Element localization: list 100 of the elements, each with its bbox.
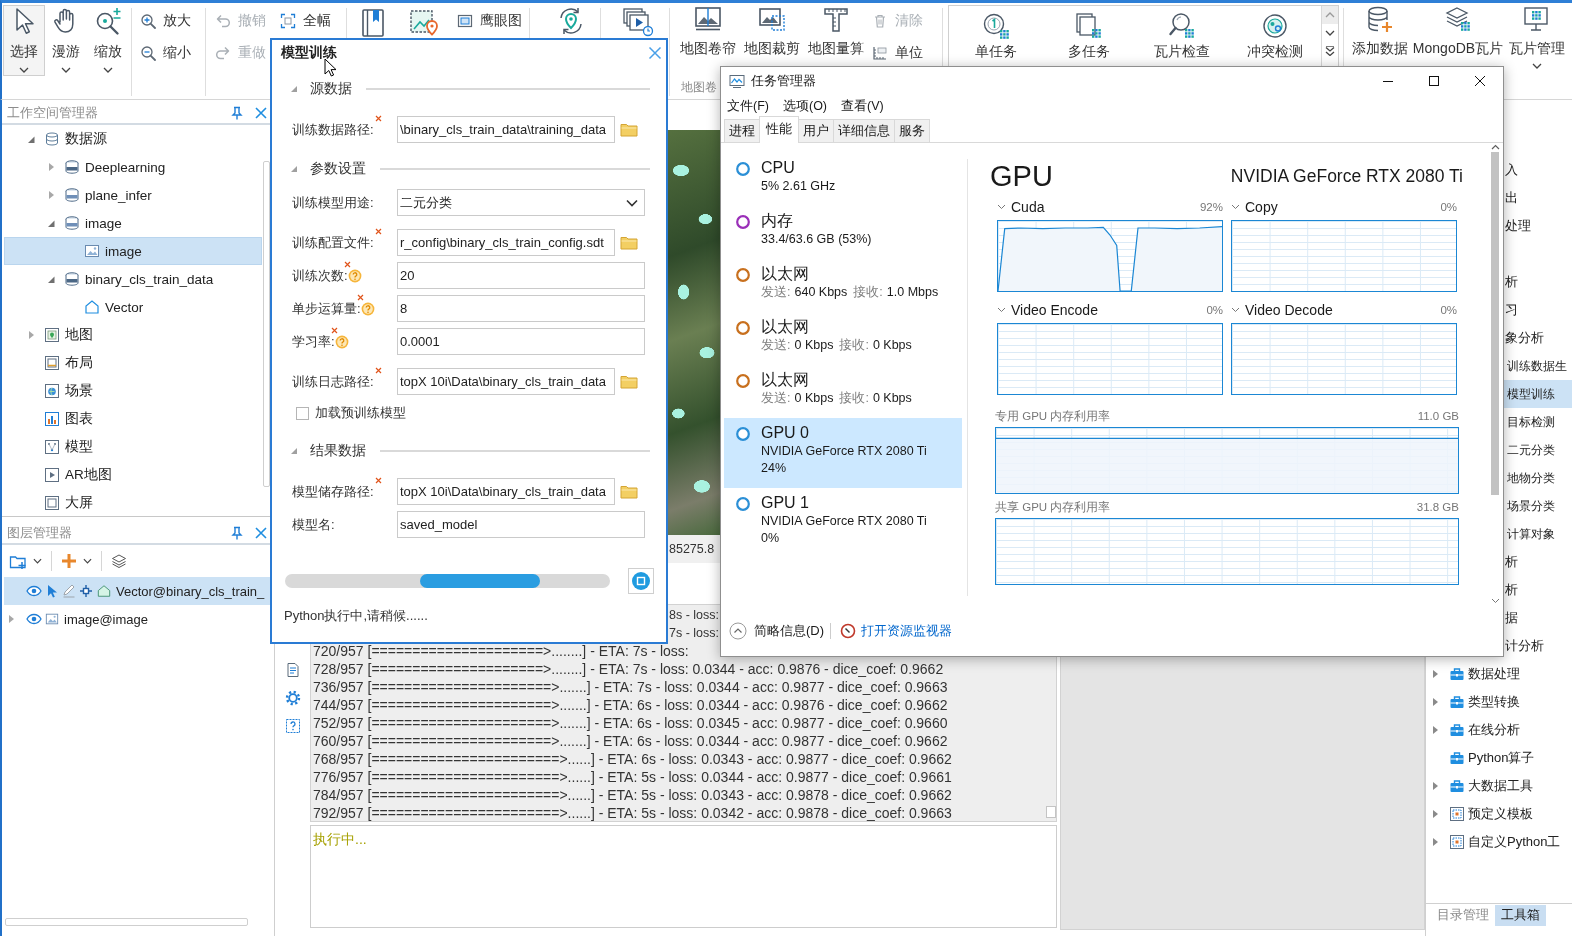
collapsed-arrow-icon[interactable] <box>1431 837 1439 847</box>
tool-item[interactable]: 在线分析 <box>1426 716 1572 744</box>
close-icon[interactable] <box>254 106 268 120</box>
zoom-out-button[interactable]: 缩小 <box>138 43 202 63</box>
tree-item[interactable]: Vector <box>4 293 262 321</box>
map-measure-button[interactable]: 地图量算 <box>804 3 868 56</box>
tool-item[interactable]: 入 <box>1503 156 1572 184</box>
scrollbar-thumb[interactable] <box>1491 152 1499 495</box>
unit-button[interactable]: 单位 <box>870 43 936 63</box>
tab[interactable]: 详细信息 <box>833 119 895 142</box>
tool-item[interactable]: 目标检测 <box>1503 408 1572 436</box>
device-item[interactable]: 内存 33.4/63.6 GB (53%) <box>724 206 962 259</box>
text-field[interactable]: 0.0001 <box>397 328 645 355</box>
tile-manage-button[interactable]: 瓦片管理 <box>1506 3 1568 69</box>
tree-item[interactable]: binary_cls_train_data <box>4 265 262 293</box>
tool-item[interactable]: 二元分类 <box>1503 436 1572 464</box>
tool-item[interactable]: 析 <box>1503 548 1572 576</box>
overview-button[interactable]: 鹰眼图 <box>455 11 525 31</box>
document-icon[interactable] <box>284 662 301 678</box>
collapsed-arrow-icon[interactable] <box>6 614 16 624</box>
more-icon[interactable] <box>1324 46 1336 56</box>
close-icon[interactable] <box>254 526 268 540</box>
collapsed-arrow-icon[interactable] <box>1431 725 1439 735</box>
map-pin-icon[interactable] <box>409 8 439 36</box>
eye-icon[interactable] <box>26 585 42 597</box>
close-icon[interactable] <box>648 46 662 60</box>
tool-item[interactable]: 预定义模板 <box>1426 800 1572 828</box>
layer-item[interactable]: image@image <box>4 605 270 633</box>
tree-item[interactable]: 大屏 <box>4 489 262 517</box>
device-item[interactable]: 以太网 发送: 640 Kbps 接收: 1.0 Mbps <box>724 259 962 312</box>
single-task-button[interactable]: 单任务 <box>949 6 1042 62</box>
tool-item[interactable]: 据 <box>1503 604 1572 632</box>
help-icon[interactable] <box>334 334 349 349</box>
device-item[interactable]: CPU 5% 2.61 GHz <box>724 153 962 206</box>
menu-item[interactable]: 选项(O) <box>782 97 828 115</box>
tool-item[interactable]: 析 <box>1503 268 1572 296</box>
bookmark-icon[interactable] <box>361 8 385 38</box>
device-item[interactable]: GPU 0 NVIDIA GeForce RTX 2080 Ti 24% <box>724 418 962 488</box>
tree-item[interactable]: image <box>4 209 262 237</box>
tree-item[interactable]: plane_infer <box>4 181 262 209</box>
tab[interactable]: 进程 <box>724 119 760 142</box>
stop-button[interactable] <box>628 568 654 594</box>
tool-item[interactable]: 出 <box>1503 184 1572 212</box>
tab[interactable]: 用户 <box>798 119 834 142</box>
path-field[interactable]: r_config\binary_cls_train_config.sdt <box>397 229 615 256</box>
pencil-icon[interactable] <box>62 584 76 598</box>
collapsed-arrow-icon[interactable] <box>1431 781 1439 791</box>
help-box-icon[interactable] <box>284 718 301 734</box>
gear-icon[interactable] <box>284 690 301 706</box>
pin-icon[interactable] <box>230 525 244 541</box>
tool-item[interactable]: 计算对象 <box>1503 520 1572 548</box>
map-clip-button[interactable]: 地图裁剪 <box>740 3 804 56</box>
tab[interactable]: 工具箱 <box>1495 904 1546 926</box>
tool-item[interactable]: 习 <box>1503 296 1572 324</box>
scroll-up-icon[interactable] <box>1490 144 1500 150</box>
pan-button[interactable]: 漫游 <box>45 5 87 76</box>
tool-item[interactable]: Python算子 <box>1426 744 1572 772</box>
select-button[interactable]: 选择 <box>3 5 45 76</box>
folder-plus-icon[interactable] <box>9 553 27 569</box>
tree-item[interactable]: 模型 <box>4 433 262 461</box>
help-icon[interactable] <box>360 301 375 316</box>
zoom-in-button[interactable]: 放大 <box>138 11 202 31</box>
folder-icon[interactable] <box>620 235 638 250</box>
collapsed-arrow-icon[interactable] <box>1431 697 1439 707</box>
scrollbar[interactable] <box>1489 144 1501 604</box>
expanded-arrow-icon[interactable] <box>290 447 298 455</box>
eye-icon[interactable] <box>26 613 42 625</box>
menu-item[interactable]: 查看(V) <box>841 97 884 115</box>
text-field[interactable]: saved_model <box>397 511 645 538</box>
collapsed-arrow-icon[interactable] <box>1431 809 1439 819</box>
resource-monitor-link[interactable]: 打开资源监视器 <box>840 622 953 640</box>
scroll-down-icon[interactable] <box>1324 28 1336 38</box>
fewer-details-button[interactable]: 简略信息(D) <box>729 622 825 640</box>
folder-icon[interactable] <box>620 484 638 499</box>
tool-item[interactable]: 场景分类 <box>1503 492 1572 520</box>
tree-item[interactable]: 布局 <box>4 349 262 377</box>
scrollbar[interactable] <box>263 161 270 487</box>
path-field[interactable]: \binary_cls_train_data\training_data <box>397 116 615 143</box>
tool-item[interactable]: 地物分类 <box>1503 464 1572 492</box>
pointer-icon[interactable] <box>45 584 59 598</box>
expanded-arrow-icon[interactable] <box>290 165 298 173</box>
device-item[interactable]: GPU 1 NVIDIA GeForce RTX 2080 Ti 0% <box>724 488 962 558</box>
device-item[interactable]: 以太网 发送: 0 Kbps 接收: 0 Kbps <box>724 312 962 365</box>
map-swipe-button[interactable]: 地图卷帘 <box>676 3 740 56</box>
tool-item[interactable]: 类型转换 <box>1426 688 1572 716</box>
layers-icon[interactable] <box>111 553 127 569</box>
tree-item[interactable]: Deeplearning <box>4 153 262 181</box>
path-field[interactable]: topX 10i\Data\binary_cls_train_data <box>397 368 615 395</box>
tool-item[interactable]: 训练数据生 <box>1503 352 1572 380</box>
tree-item[interactable]: 场景 <box>4 377 262 405</box>
zoom-button[interactable]: 缩放 <box>87 5 129 76</box>
tree-item[interactable]: image <box>4 237 262 265</box>
full-extent-button[interactable]: 全幅 <box>278 11 338 31</box>
tool-item[interactable]: 象分析 <box>1503 324 1572 352</box>
path-field[interactable]: topX 10i\Data\binary_cls_train_data <box>397 478 615 505</box>
help-icon[interactable] <box>347 268 362 283</box>
text-field[interactable]: 8 <box>397 295 645 322</box>
tree-item[interactable]: AR地图 <box>4 461 262 489</box>
expanded-arrow-icon[interactable] <box>290 85 298 93</box>
checkbox[interactable] <box>296 406 309 420</box>
